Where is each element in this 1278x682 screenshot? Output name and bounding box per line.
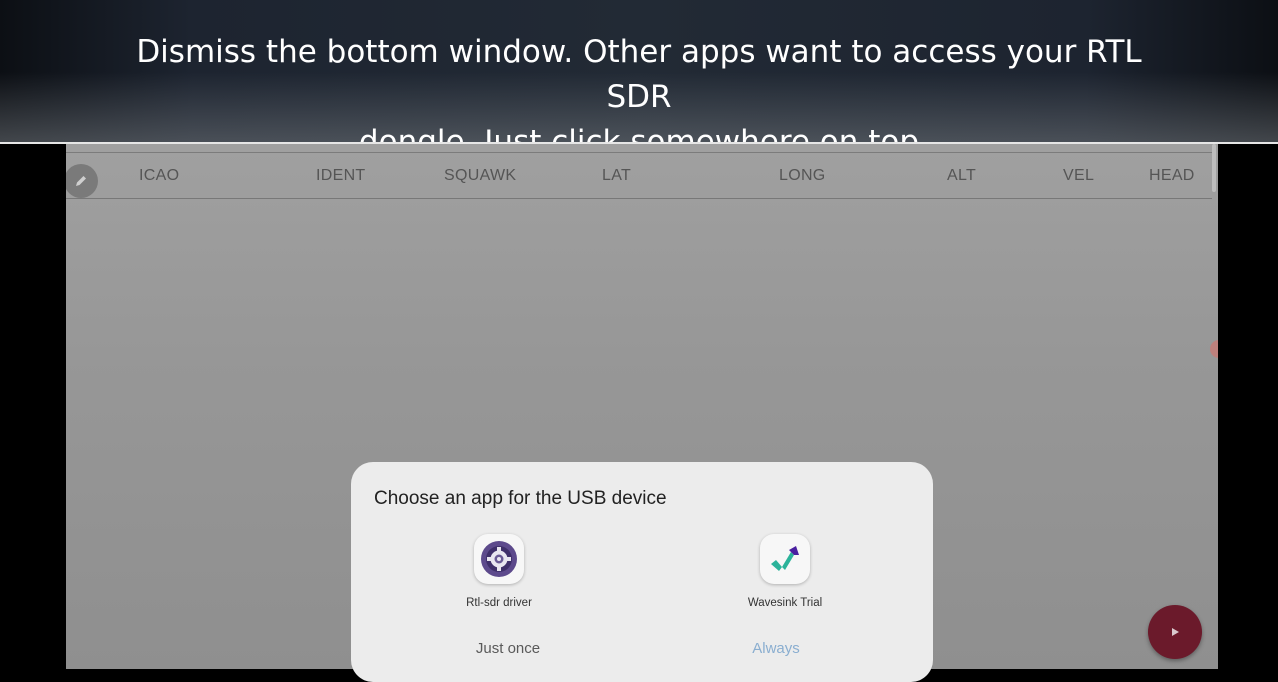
dialog-title: Choose an app for the USB device [374,488,667,509]
caption-text: Dismiss the bottom window. Other apps wa… [100,30,1178,142]
play-icon [1172,628,1179,636]
video-caption-overlay: Dismiss the bottom window. Other apps wa… [0,0,1278,142]
always-button[interactable]: Always [676,640,876,657]
side-edge-handle[interactable] [1210,340,1218,358]
wavesink-app-label: Wavesink Trial [747,597,823,609]
table-header: ICAO IDENT SQUAWK LAT LONG ALT VEL HEAD [66,154,1212,199]
column-header-head[interactable]: HEAD [1149,167,1195,185]
toolbar-divider [66,152,1212,153]
rtl-sdr-app-label: Rtl-sdr driver [466,597,532,609]
column-header-lat[interactable]: LAT [602,167,631,185]
column-header-icao[interactable]: ICAO [139,167,179,185]
column-header-alt[interactable]: ALT [947,167,976,185]
rtl-sdr-app-icon [474,534,524,584]
wavesink-app-icon [760,534,810,584]
column-header-vel[interactable]: VEL [1063,167,1094,185]
column-header-ident[interactable]: IDENT [316,167,366,185]
app-option-rtl-sdr-driver[interactable]: Rtl-sdr driver [399,534,599,609]
gear-icon [481,541,517,577]
left-letterbox [0,144,66,669]
usb-app-chooser-dialog: Choose an app for the USB device Rtl-sdr… [351,462,933,682]
app-option-wavesink-trial[interactable]: Wavesink Trial [685,534,885,609]
just-once-button[interactable]: Just once [408,640,608,657]
column-header-long[interactable]: LONG [779,167,826,185]
play-button[interactable] [1148,605,1202,659]
column-header-squawk[interactable]: SQUAWK [444,167,516,185]
scrollbar-thumb[interactable] [1212,144,1216,192]
caption-line-1: Dismiss the bottom window. Other apps wa… [136,34,1142,115]
right-letterbox [1218,144,1278,669]
pencil-icon [76,176,86,186]
caption-line-2: dongle. Just click somewhere on top [358,124,920,142]
wavesink-logo-icon [771,546,799,571]
